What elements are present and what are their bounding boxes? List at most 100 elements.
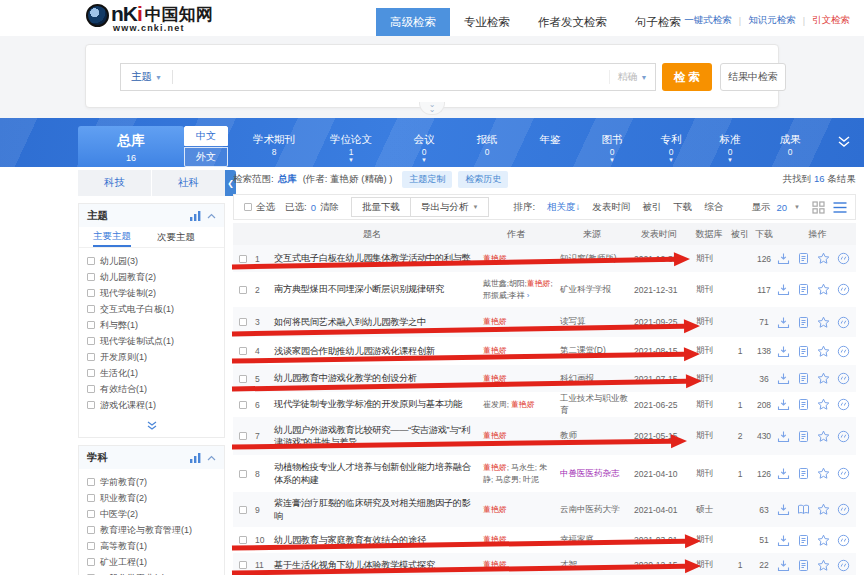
collect-icon[interactable] <box>817 467 830 480</box>
sort-被引[interactable]: 被引 <box>642 201 661 214</box>
result-source[interactable]: 第二课堂(D) <box>555 345 629 357</box>
collapse-search-chevron-icon[interactable]: ⌄⌄ <box>419 102 445 115</box>
batch-download-button[interactable]: 批量下载 <box>351 197 410 217</box>
filter-item[interactable]: 利与弊(1) <box>87 317 216 333</box>
author[interactable]: 崔发周; <box>483 400 511 409</box>
collect-icon[interactable] <box>817 252 830 265</box>
collect-icon[interactable] <box>817 534 830 547</box>
item-checkbox[interactable] <box>87 353 95 361</box>
author-highlight[interactable]: 董艳娇 <box>483 346 507 355</box>
row-checkbox[interactable] <box>239 506 247 514</box>
author-highlight[interactable]: 董艳娇 <box>483 505 507 514</box>
sort-发表时间[interactable]: 发表时间 <box>592 201 630 214</box>
row-checkbox[interactable] <box>239 432 247 440</box>
item-checkbox[interactable] <box>87 257 95 265</box>
group-tab-次要主题[interactable]: 次要主题 <box>157 227 195 247</box>
item-checkbox[interactable] <box>87 510 95 518</box>
author-highlight[interactable]: 董艳娇 <box>483 317 507 326</box>
result-title[interactable]: 交互式电子白板在幼儿园集体教学活动中的利与弊 <box>267 252 477 265</box>
filter-item[interactable]: 矿业工程(1) <box>87 554 216 570</box>
sidebar-tab-keji[interactable]: 科技 <box>78 170 151 196</box>
collapse-caret-icon[interactable] <box>207 213 216 219</box>
nav-tab-高级检索[interactable]: 高级检索 <box>376 8 450 36</box>
top-link-一键式检索[interactable]: 一键式检索 <box>684 14 732 27</box>
filter-item[interactable]: 幼儿园(3) <box>87 253 216 269</box>
download-icon[interactable] <box>777 345 790 358</box>
result-source[interactable]: 矿业科学学报 <box>555 284 629 296</box>
author-highlight[interactable]: 董艳娇 <box>483 560 507 569</box>
collect-icon[interactable] <box>817 372 830 385</box>
quote-icon[interactable] <box>837 345 850 358</box>
select-all-label[interactable]: 全选 <box>256 201 275 214</box>
download-icon[interactable] <box>777 372 790 385</box>
read-icon[interactable] <box>797 467 810 480</box>
filter-item[interactable]: 学前教育(7) <box>87 474 216 490</box>
download-icon[interactable] <box>777 398 790 411</box>
filter-item[interactable]: 游戏化课程(1) <box>87 397 216 413</box>
lang-tab-中文[interactable]: 中文 <box>184 126 228 146</box>
db-category-会议[interactable]: 会议0▼ <box>392 130 456 163</box>
item-checkbox[interactable] <box>87 526 95 534</box>
topic-custom-button[interactable]: 主题定制 <box>402 171 452 188</box>
quote-icon[interactable] <box>837 430 850 443</box>
download-icon[interactable] <box>777 252 790 265</box>
author-highlight[interactable]: 董艳娇 <box>483 431 507 440</box>
filter-item[interactable]: 一般化学工业(1) <box>87 570 216 575</box>
quote-icon[interactable] <box>837 467 850 480</box>
select-all-checkbox[interactable] <box>244 203 252 211</box>
list-view-icon[interactable] <box>833 201 847 214</box>
db-category-图书[interactable]: 图书0▼ <box>582 130 642 163</box>
result-source[interactable]: 云南中医药大学 <box>555 504 629 516</box>
quote-icon[interactable] <box>837 316 850 329</box>
result-title[interactable]: 如何将民间艺术融入到幼儿园教学之中 <box>267 316 477 329</box>
db-category-学术期刊[interactable]: 学术期刊8 <box>238 130 310 163</box>
result-source[interactable]: 才智 <box>555 559 629 571</box>
item-checkbox[interactable] <box>87 558 95 566</box>
item-checkbox[interactable] <box>87 494 95 502</box>
sort-相关度[interactable]: 相关度↓ <box>547 201 580 214</box>
author-highlight[interactable]: 董艳娇 <box>483 535 507 544</box>
item-checkbox[interactable] <box>87 337 95 345</box>
result-source[interactable]: 科幻画报 <box>555 373 629 385</box>
read-icon[interactable] <box>797 534 810 547</box>
filter-item[interactable]: 教育理论与教育管理(1) <box>87 522 216 538</box>
author[interactable]: 戴世鑫;胡阳; <box>483 279 527 288</box>
collect-icon[interactable] <box>817 316 830 329</box>
quote-icon[interactable] <box>837 283 850 296</box>
read-icon[interactable] <box>797 430 810 443</box>
filter-item[interactable]: 职业教育(2) <box>87 490 216 506</box>
db-category-年鉴[interactable]: 年鉴 <box>518 130 582 163</box>
filter-item[interactable]: 生活化(1) <box>87 365 216 381</box>
read-icon[interactable] <box>797 398 810 411</box>
search-input[interactable] <box>173 65 609 89</box>
collect-icon[interactable] <box>817 398 830 411</box>
download-icon[interactable] <box>777 316 790 329</box>
collect-icon[interactable] <box>817 283 830 296</box>
author-highlight[interactable]: 董艳娇 <box>483 374 507 383</box>
db-category-专利[interactable]: 专利0▼ <box>642 130 700 163</box>
author-highlight[interactable]: 董艳娇 <box>483 254 507 263</box>
db-category-学位论文[interactable]: 学位论文1▼ <box>310 130 392 163</box>
filter-item[interactable]: 幼儿园教育(2) <box>87 269 216 285</box>
export-analyze-button[interactable]: 导出与分析▼ <box>410 197 489 217</box>
quote-icon[interactable] <box>837 372 850 385</box>
item-checkbox[interactable] <box>87 289 95 297</box>
top-link-知识元检索[interactable]: 知识元检索 <box>748 14 796 27</box>
quote-icon[interactable] <box>837 398 850 411</box>
nav-tab-作者发文检索[interactable]: 作者发文检索 <box>524 8 621 36</box>
item-checkbox[interactable] <box>87 369 95 377</box>
sort-bars-icon[interactable] <box>190 453 201 463</box>
clear-button[interactable]: 清除 <box>320 201 339 214</box>
sort-bars-icon[interactable] <box>190 211 201 221</box>
filter-item[interactable]: 高等教育(1) <box>87 538 216 554</box>
row-checkbox[interactable] <box>239 255 247 263</box>
download-icon[interactable] <box>777 559 790 572</box>
result-title[interactable]: 幼儿园教育中游戏化教学的创设分析 <box>267 372 477 385</box>
quote-icon[interactable] <box>837 252 850 265</box>
row-checkbox[interactable] <box>239 470 247 478</box>
band-more-chevron-icon[interactable] <box>836 134 852 150</box>
quote-icon[interactable] <box>837 503 850 516</box>
search-button[interactable]: 检索 <box>662 63 712 91</box>
item-checkbox[interactable] <box>87 478 95 486</box>
display-count[interactable]: 20 <box>776 202 787 213</box>
